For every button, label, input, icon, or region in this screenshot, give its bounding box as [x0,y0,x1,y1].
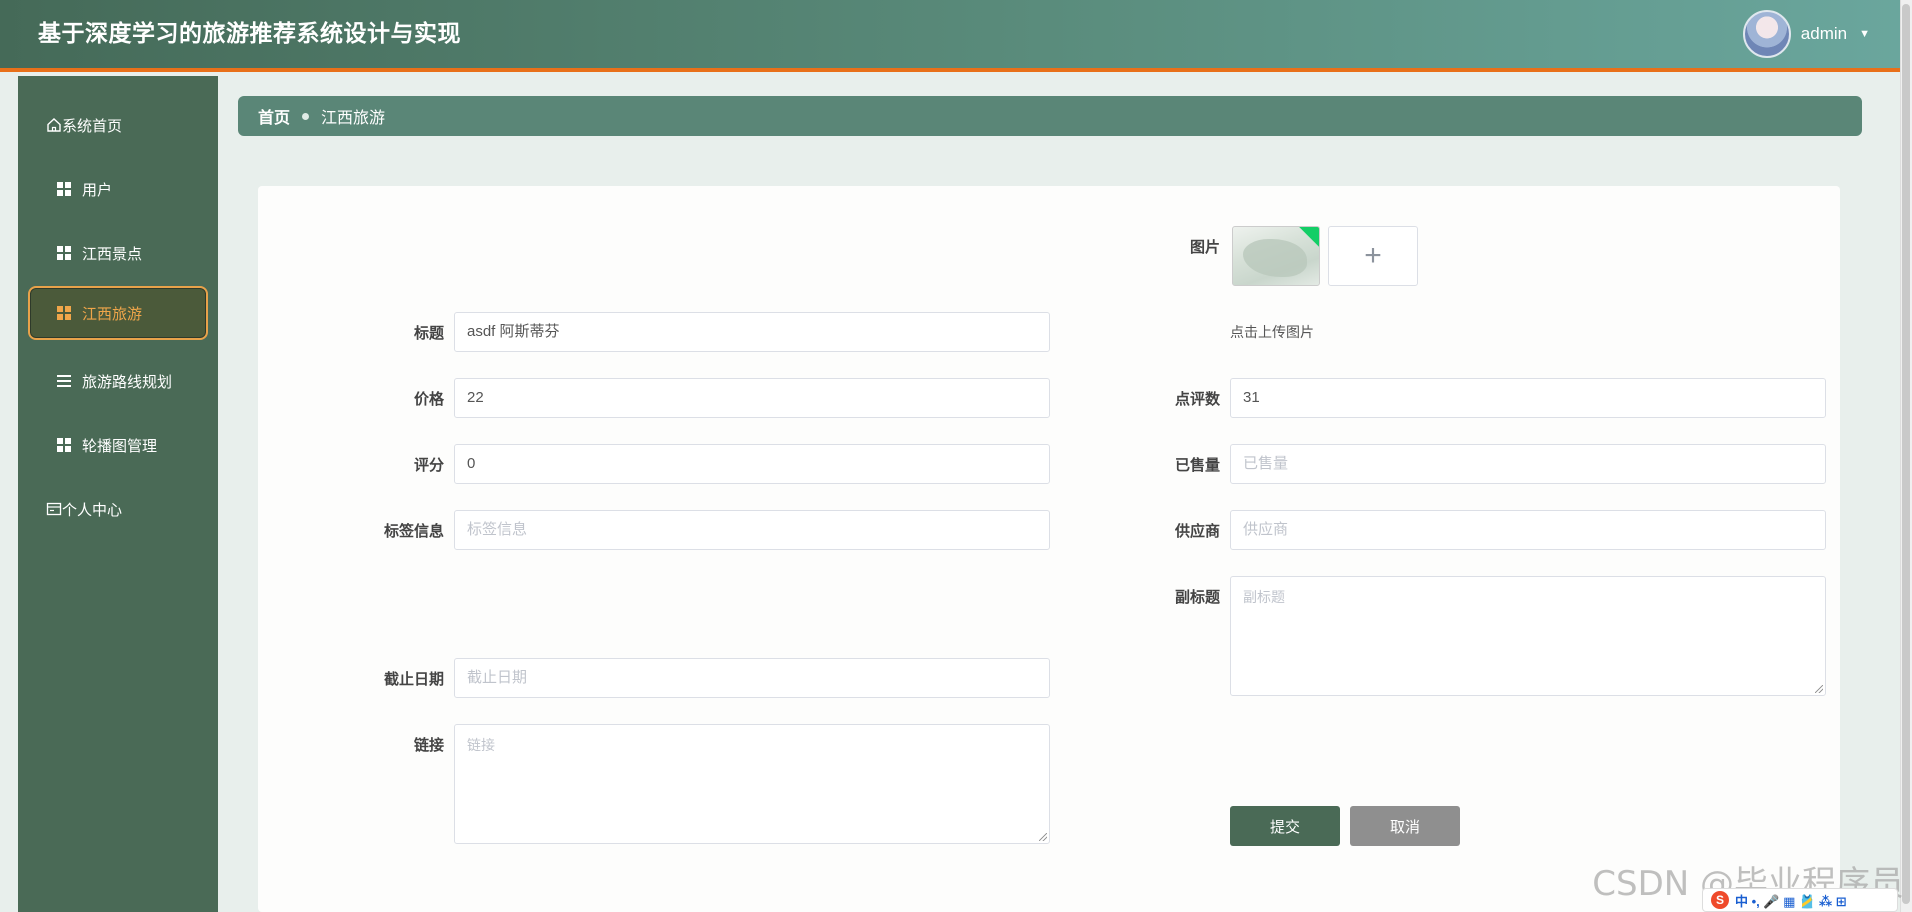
image-label: 图片 [1189,238,1220,256]
rating-input[interactable]: 0 [454,444,1050,484]
sidebar-item-label: 系统首页 [62,116,123,135]
avatar[interactable] [1742,10,1791,58]
sidebar-item-users[interactable]: 用户 [56,162,236,216]
sidebar-item-jiangxi-travel[interactable]: 江西旅游 [28,286,208,340]
subtitle-placeholder: 副标题 [1243,590,1285,606]
sold-input[interactable]: 已售量 [1230,444,1826,484]
resize-handle-icon[interactable] [1039,833,1047,841]
tags-label: 标签信息 [383,522,444,540]
user-menu[interactable]: admin ▼ [1742,10,1870,58]
reviews-label: 点评数 [1174,390,1220,408]
plus-icon: + [1364,239,1382,272]
supplier-label: 供应商 [1174,522,1220,540]
ime-status-text: 中 •, 🎤 ▦ 🎽 ⁂ ⊞ [1735,893,1847,909]
scrollbar-thumb[interactable] [1902,4,1910,904]
upload-success-badge [1299,227,1319,247]
sidebar-item-label: 个人中心 [62,500,123,519]
link-label: 链接 [413,736,444,754]
ime-logo-icon: S [1711,891,1729,909]
ime-toolbar[interactable]: S 中 •, 🎤 ▦ 🎽 ⁂ ⊞ [1702,888,1898,912]
sidebar-item-carousel[interactable]: 轮播图管理 [56,418,236,472]
sidebar-item-route-planning[interactable]: 旅游路线规划 [56,354,236,408]
grid-icon [56,305,72,321]
title-label: 标题 [413,324,444,342]
sidebar-item-label: 旅游路线规划 [82,372,173,391]
sidebar-item-jiangxi-spots[interactable]: 江西景点 [56,226,236,280]
sidebar-item-profile[interactable]: 个人中心 [46,482,226,536]
upload-tip: 点击上传图片 [1230,325,1314,341]
deadline-label: 截止日期 [383,670,444,688]
deadline-input[interactable]: 截止日期 [454,658,1050,698]
profile-card-icon [46,501,62,517]
breadcrumb-home[interactable]: 首页 [258,104,290,128]
breadcrumb-separator [302,112,310,120]
subtitle-label: 副标题 [1174,588,1220,606]
sidebar-item-label: 轮播图管理 [82,436,158,455]
cancel-button[interactable]: 取消 [1350,806,1460,846]
price-label: 价格 [413,390,444,408]
sidebar-item-label: 江西景点 [82,244,143,263]
breadcrumb-current: 江西旅游 [321,108,386,127]
grid-icon [56,245,72,261]
resize-handle-icon[interactable] [1815,685,1823,693]
upload-image-button[interactable]: + [1328,226,1418,286]
uploaded-image-thumbnail[interactable] [1232,226,1320,286]
list-icon [56,373,72,389]
caret-down-icon[interactable]: ▼ [1859,28,1870,40]
sold-label: 已售量 [1174,456,1220,474]
link-placeholder: 链接 [467,738,495,754]
page-scrollbar[interactable] [1900,0,1912,912]
grid-icon [56,181,72,197]
sidebar-item-label: 用户 [82,180,113,199]
title-input[interactable]: asdf 阿斯蒂芬 [454,312,1050,352]
grid-icon [56,437,72,453]
sidebar-item-home[interactable]: 系统首页 [46,98,226,152]
submit-button[interactable]: 提交 [1230,806,1340,846]
map-image [1243,239,1307,277]
top-header: 基于深度学习的旅游推荐系统设计与实现 admin ▼ [0,0,1900,72]
username[interactable]: admin [1801,24,1847,44]
supplier-input[interactable]: 供应商 [1230,510,1826,550]
price-input[interactable]: 22 [454,378,1050,418]
sidebar: 系统首页 用户 江西景点 江西旅游 旅游路线规划 轮播图管理 个人中心 [18,76,218,912]
sidebar-item-label: 江西旅游 [82,304,143,323]
tags-input[interactable]: 标签信息 [454,510,1050,550]
link-textarea[interactable]: 链接 [454,724,1050,844]
breadcrumb: 首页 江西旅游 [238,96,1862,136]
subtitle-textarea[interactable]: 副标题 [1230,576,1826,696]
app-title: 基于深度学习的旅游推荐系统设计与实现 [38,21,461,47]
home-icon [46,117,62,133]
rating-label: 评分 [413,456,444,474]
reviews-input[interactable]: 31 [1230,378,1826,418]
